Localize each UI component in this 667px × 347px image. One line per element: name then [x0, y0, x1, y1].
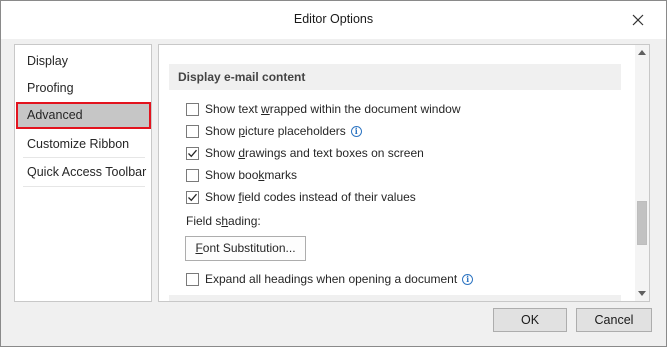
- category-list: Display Proofing Advanced Customize Ribb…: [14, 44, 152, 302]
- info-icon[interactable]: i: [462, 273, 474, 285]
- scroll-up-button[interactable]: [635, 45, 649, 59]
- close-button[interactable]: [628, 10, 648, 30]
- section-header-display-email: Display e-mail content: [169, 64, 621, 90]
- checkbox-picture-placeholders[interactable]: [186, 124, 199, 138]
- dialog-footer: OK Cancel: [1, 308, 666, 346]
- nav-item-label: Advanced: [27, 108, 83, 122]
- checkmark-icon: [188, 193, 197, 201]
- checkbox-bookmarks[interactable]: [186, 168, 199, 182]
- info-icon[interactable]: i: [350, 125, 362, 137]
- nav-item-proofing[interactable]: Proofing: [16, 75, 151, 102]
- option-label: Show bookmarks: [205, 168, 298, 182]
- nav-item-label: Quick Access Toolbar: [27, 165, 147, 179]
- option-expand-headings[interactable]: Expand all headings when opening a docum…: [186, 270, 474, 288]
- option-show-drawings[interactable]: Show drawings and text boxes on screen: [186, 144, 424, 162]
- options-panel: Display e-mail content Show text wrapped…: [158, 44, 650, 302]
- scroll-down-button[interactable]: [635, 287, 649, 301]
- option-label: Show drawings and text boxes on screen: [205, 146, 424, 160]
- nav-item-customize-ribbon[interactable]: Customize Ribbon: [16, 131, 151, 158]
- font-substitution-button[interactable]: Font Substitution...: [185, 236, 306, 261]
- option-label: Expand all headings when opening a docum…: [205, 272, 458, 286]
- cancel-button[interactable]: Cancel: [576, 308, 652, 332]
- checkbox-field-codes[interactable]: [186, 190, 199, 204]
- option-label: Show field codes instead of their values: [205, 190, 416, 204]
- nav-divider: [23, 157, 145, 158]
- field-shading-label: Field shading:: [186, 214, 261, 228]
- nav-divider: [23, 186, 145, 187]
- dialog-body: Display Proofing Advanced Customize Ribb…: [1, 39, 666, 308]
- nav-item-advanced[interactable]: Advanced: [16, 102, 151, 129]
- chevron-down-icon: [638, 291, 646, 296]
- nav-item-label: Proofing: [27, 81, 74, 95]
- editor-options-dialog: Editor Options Display Proofing Advanced…: [0, 0, 667, 347]
- chevron-up-icon: [638, 50, 646, 55]
- option-show-text-wrapped[interactable]: Show text wrapped within the document wi…: [186, 100, 460, 118]
- checkbox-drawings[interactable]: [186, 146, 199, 160]
- option-show-picture-placeholders[interactable]: Show picture placeholders i: [186, 122, 362, 140]
- option-label: Show text wrapped within the document wi…: [205, 102, 461, 116]
- title-bar: Editor Options: [1, 1, 666, 39]
- vertical-scrollbar[interactable]: [635, 45, 649, 301]
- option-label: Show picture placeholders: [205, 124, 346, 138]
- close-icon: [632, 14, 644, 26]
- scrollbar-thumb[interactable]: [637, 201, 647, 245]
- nav-item-label: Customize Ribbon: [27, 137, 130, 151]
- nav-item-display[interactable]: Display: [16, 48, 151, 75]
- ok-button[interactable]: OK: [493, 308, 567, 332]
- checkbox-expand-headings[interactable]: [186, 272, 199, 286]
- next-section-header: [169, 295, 621, 301]
- nav-item-quick-access-toolbar[interactable]: Quick Access Toolbar: [16, 159, 151, 186]
- option-show-bookmarks[interactable]: Show bookmarks: [186, 166, 297, 184]
- checkmark-icon: [188, 149, 197, 157]
- dialog-title: Editor Options: [293, 12, 374, 26]
- nav-item-label: Display: [27, 54, 68, 68]
- checkbox-text-wrapped[interactable]: [186, 102, 199, 116]
- option-show-field-codes[interactable]: Show field codes instead of their values: [186, 188, 416, 206]
